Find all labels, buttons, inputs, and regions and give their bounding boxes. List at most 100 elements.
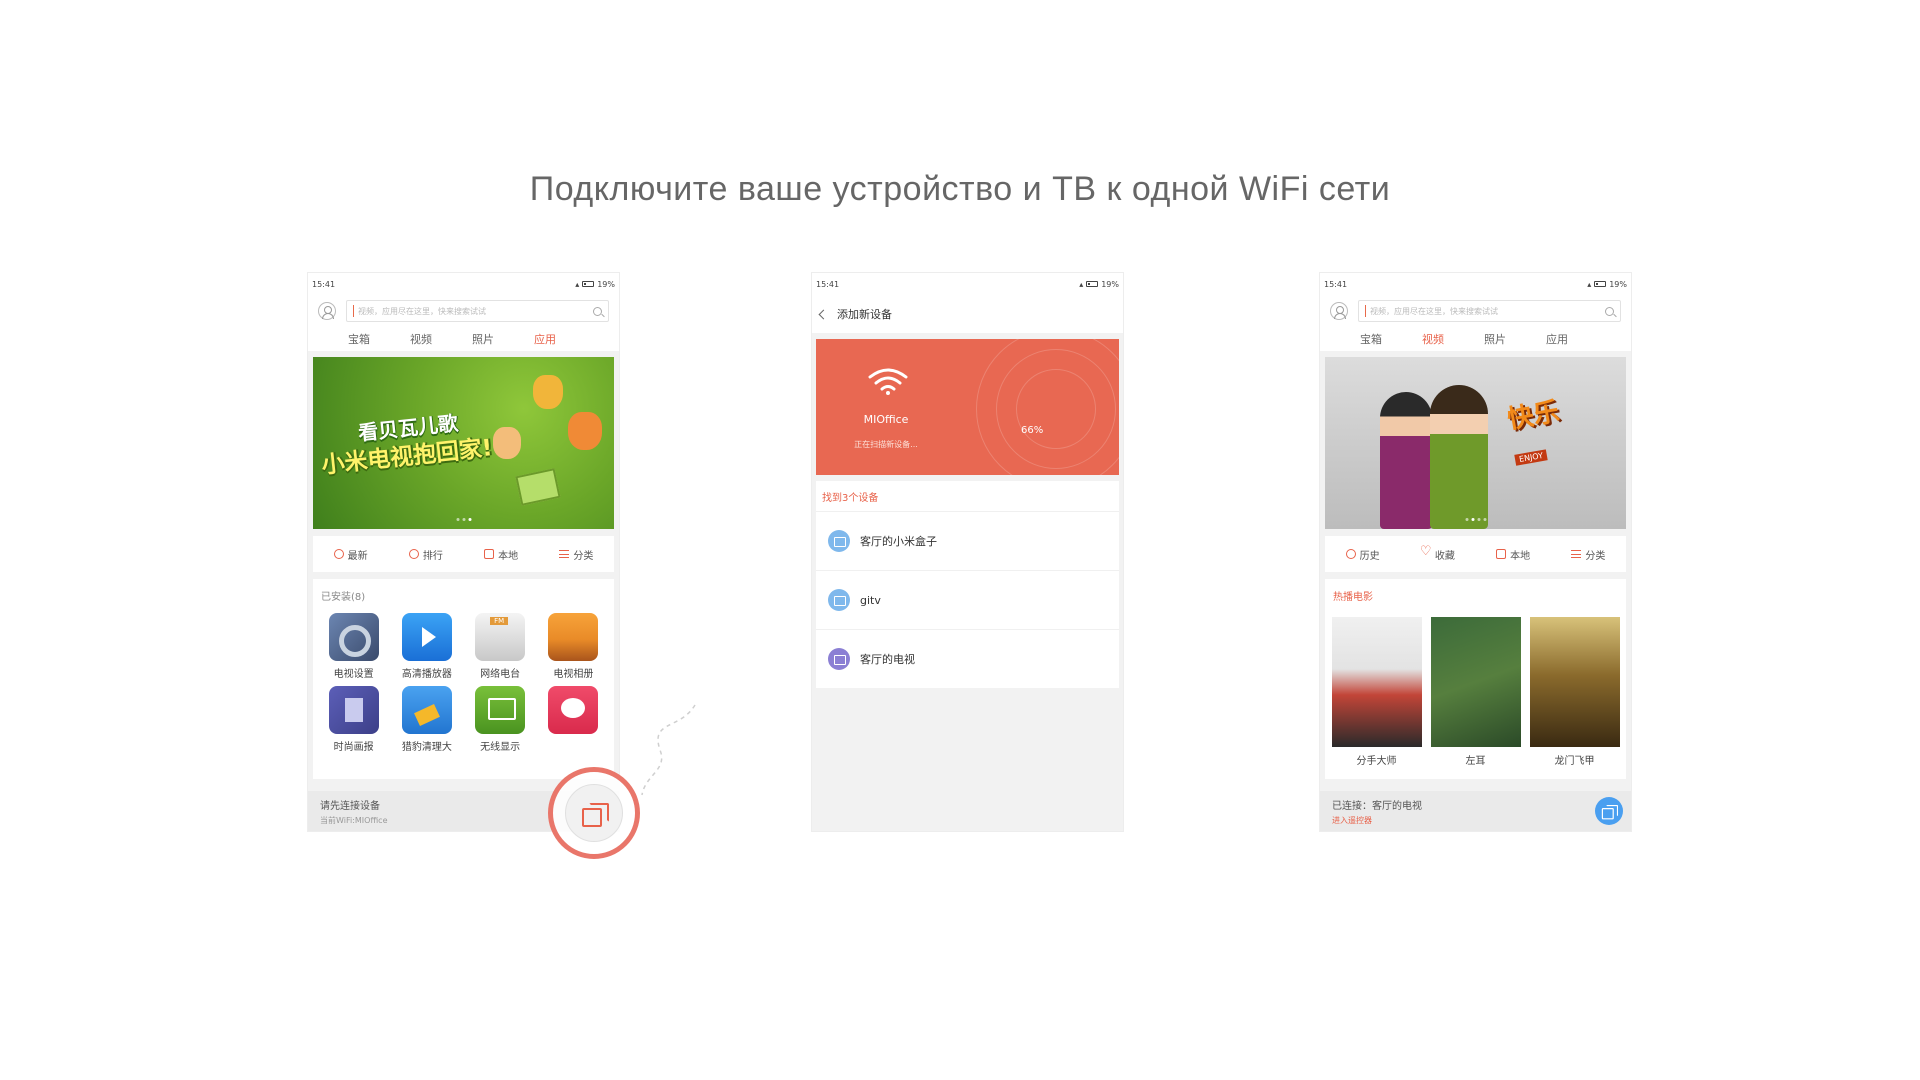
quick-favorites[interactable]: 收藏 bbox=[1420, 544, 1455, 562]
status-time: 15:41 bbox=[1324, 279, 1348, 289]
wireless-display-icon bbox=[475, 686, 526, 734]
open-remote-link[interactable]: 进入遥控器 bbox=[1332, 815, 1619, 826]
clock-icon bbox=[1345, 549, 1356, 559]
search-icon[interactable] bbox=[593, 306, 602, 316]
quick-local[interactable]: 本地 bbox=[484, 547, 518, 562]
banner-critter-yellow bbox=[533, 375, 563, 409]
phone-screen-apps: 15:41 ▴ 19% 宝箱 视频 照片 应用 看贝瓦儿歌 小米电视抱回家! 最… bbox=[307, 272, 620, 832]
tv-box-icon bbox=[828, 589, 850, 611]
device-row[interactable]: 客厅的小米盒子 bbox=[816, 511, 1119, 570]
status-time: 15:41 bbox=[816, 279, 840, 289]
quick-history[interactable]: 历史 bbox=[1345, 547, 1380, 562]
quick-local-label: 本地 bbox=[498, 550, 519, 562]
promo-banner[interactable]: 快乐 ENJOY bbox=[1325, 357, 1626, 529]
cast-icon bbox=[1601, 805, 1618, 820]
tab-video[interactable]: 视频 bbox=[1422, 331, 1444, 347]
connection-bar[interactable]: 已连接：客厅的电视 进入遥控器 bbox=[1320, 791, 1631, 831]
tab-apps[interactable]: 应用 bbox=[1546, 331, 1568, 347]
connection-status: 已连接：客厅的电视 bbox=[1332, 801, 1422, 812]
app-tile[interactable] bbox=[537, 686, 610, 753]
app-tile[interactable]: 电视相册 bbox=[537, 613, 610, 680]
tab-treasure[interactable]: 宝箱 bbox=[348, 331, 370, 347]
found-devices-title: 找到3个设备 bbox=[816, 481, 1119, 511]
photo-album-icon bbox=[548, 613, 599, 661]
video-player-icon bbox=[401, 613, 452, 661]
nav-title: 添加新设备 bbox=[837, 308, 892, 321]
connect-device-button[interactable] bbox=[548, 767, 640, 859]
tab-apps[interactable]: 应用 bbox=[534, 331, 556, 347]
connected-cast-button[interactable] bbox=[1595, 797, 1623, 825]
quick-category-label: 分类 bbox=[573, 550, 594, 562]
cast-icon bbox=[582, 803, 609, 827]
banner-book bbox=[515, 468, 561, 506]
battery-level: 19% bbox=[1609, 279, 1627, 289]
tab-video[interactable]: 视频 bbox=[410, 331, 432, 347]
hero-title-ghost bbox=[0, 95, 1920, 150]
quick-latest[interactable]: 最新 bbox=[333, 547, 368, 562]
new-icon bbox=[333, 549, 344, 559]
quick-latest-label: 最新 bbox=[347, 550, 368, 562]
movie-title: 左耳 bbox=[1465, 756, 1486, 767]
cleaner-icon bbox=[401, 686, 452, 734]
quick-ranking[interactable]: 排行 bbox=[408, 547, 443, 562]
app-label: 高清播放器 bbox=[401, 669, 452, 680]
hero-subtitle: Подключите ваше устройство и ТВ к одной … bbox=[529, 170, 1391, 208]
movie-poster bbox=[1529, 617, 1620, 747]
search-input[interactable] bbox=[1370, 306, 1605, 316]
radio-icon bbox=[475, 613, 526, 661]
avatar-icon[interactable] bbox=[1330, 302, 1348, 320]
search-input[interactable] bbox=[358, 306, 593, 316]
quick-local[interactable]: 本地 bbox=[1496, 547, 1530, 562]
app-label: 无线显示 bbox=[480, 742, 521, 753]
hot-movies-section: 热播电影 分手大师 左耳 龙门飞甲 bbox=[1325, 579, 1626, 779]
app-label: 猎豹清理大 bbox=[401, 742, 452, 753]
installed-section: 已安装(8) 电视设置 高清播放器 网络电台 电视相册 时尚画报 猎豹清理大 无… bbox=[313, 579, 614, 779]
banner-person-1 bbox=[1380, 392, 1432, 529]
app-tile[interactable]: 高清播放器 bbox=[390, 613, 463, 680]
app-tile[interactable]: 网络电台 bbox=[464, 613, 537, 680]
search-box[interactable] bbox=[1358, 300, 1621, 322]
search-icon[interactable] bbox=[1605, 306, 1614, 316]
hot-movies-title: 热播电影 bbox=[1333, 591, 1373, 603]
battery-icon bbox=[582, 281, 595, 287]
quick-ranking-label: 排行 bbox=[422, 550, 443, 562]
list-icon bbox=[559, 550, 570, 558]
scan-panel: MIOffice 正在扫描新设备... 66% bbox=[816, 339, 1119, 475]
device-list: 客厅的小米盒子 gitv 客厅的电视 bbox=[816, 511, 1119, 688]
movie-card[interactable]: 分手大师 bbox=[1331, 617, 1422, 767]
device-row[interactable]: gitv bbox=[816, 570, 1119, 629]
ranking-icon bbox=[408, 549, 419, 559]
quick-category[interactable]: 分类 bbox=[559, 547, 593, 562]
back-icon[interactable] bbox=[818, 309, 829, 319]
tv-settings-icon bbox=[328, 613, 379, 661]
quick-category[interactable]: 分类 bbox=[1571, 547, 1605, 562]
app-tile[interactable]: 无线显示 bbox=[464, 686, 537, 753]
chat-icon bbox=[548, 686, 599, 734]
radar-ring bbox=[1016, 369, 1096, 449]
search-caret bbox=[353, 305, 354, 317]
movie-card[interactable]: 龙门飞甲 bbox=[1529, 617, 1620, 767]
device-row[interactable]: 客厅的电视 bbox=[816, 629, 1119, 688]
tab-bar: 宝箱 视频 照片 应用 bbox=[1320, 327, 1631, 351]
app-tile[interactable]: 猎豹清理大 bbox=[390, 686, 463, 753]
list-icon bbox=[1571, 550, 1582, 558]
search-box[interactable] bbox=[346, 300, 609, 322]
quick-favorites-label: 收藏 bbox=[1434, 550, 1455, 562]
device-name: 客厅的电视 bbox=[860, 653, 915, 666]
app-tile[interactable]: 电视设置 bbox=[317, 613, 390, 680]
dashed-connector bbox=[641, 704, 696, 796]
tab-photos[interactable]: 照片 bbox=[1484, 331, 1506, 347]
promo-banner[interactable]: 看贝瓦儿歌 小米电视抱回家! bbox=[313, 357, 614, 529]
tab-photos[interactable]: 照片 bbox=[472, 331, 494, 347]
movie-poster bbox=[1331, 617, 1422, 747]
movie-grid: 分手大师 左耳 龙门飞甲 bbox=[1325, 611, 1626, 771]
app-tile[interactable]: 时尚画报 bbox=[317, 686, 390, 753]
status-bar: 15:41 ▴ 19% bbox=[812, 273, 1123, 295]
movie-card[interactable]: 左耳 bbox=[1430, 617, 1521, 767]
tab-treasure[interactable]: 宝箱 bbox=[1360, 331, 1382, 347]
avatar-icon[interactable] bbox=[318, 302, 336, 320]
app-label: 时尚画报 bbox=[333, 742, 374, 753]
quick-history-label: 历史 bbox=[1359, 550, 1380, 562]
carousel-dots bbox=[456, 518, 471, 521]
app-label: 电视设置 bbox=[333, 669, 374, 680]
